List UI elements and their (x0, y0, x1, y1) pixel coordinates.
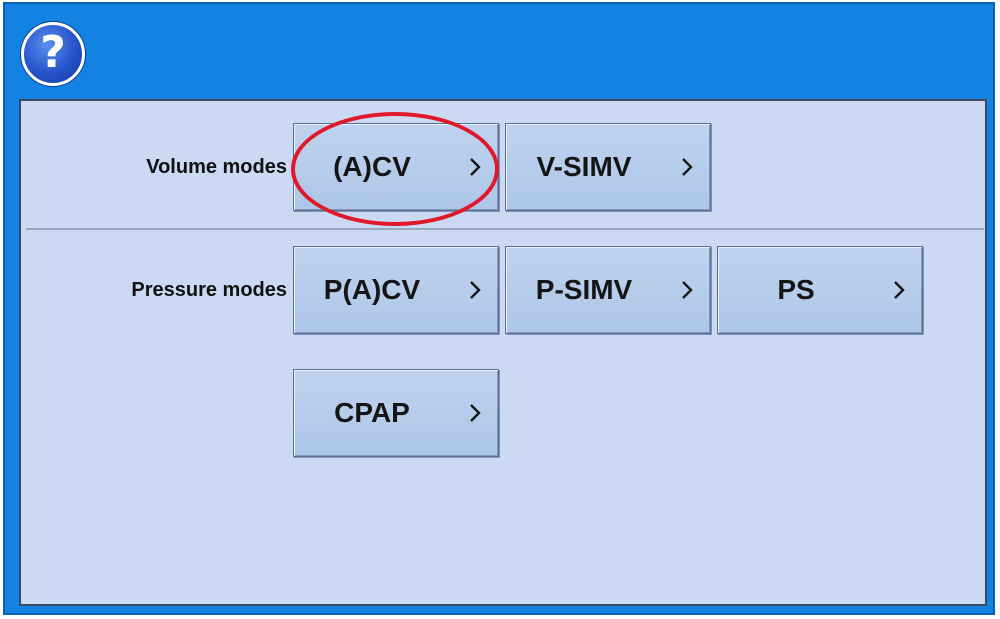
chevron-right-icon (894, 281, 905, 299)
chevron-right-icon (682, 158, 693, 176)
chevron-right-icon (470, 158, 481, 176)
mode-selection-panel: Volume modes (A)CV V-SIMV Pressure modes… (19, 99, 987, 606)
row-divider (26, 228, 984, 230)
mode-button-v-simv[interactable]: V-SIMV (505, 123, 711, 211)
mode-button-ps[interactable]: PS (717, 246, 923, 334)
mode-button-label: (A)CV (333, 151, 411, 182)
mode-button-label: CPAP (334, 397, 410, 428)
mode-button-p-simv[interactable]: P-SIMV (505, 246, 711, 334)
mode-button-label: V-SIMV (536, 151, 632, 182)
pressure-modes-label: Pressure modes (131, 279, 287, 301)
chevron-right-icon (470, 404, 481, 422)
help-button[interactable]: ? (21, 22, 85, 86)
mode-button-label: P-SIMV (535, 274, 633, 305)
mode-button-cpap[interactable]: CPAP (293, 369, 499, 457)
mode-button-pacv[interactable]: P(A)CV (293, 246, 499, 334)
chevron-right-icon (682, 281, 693, 299)
chevron-right-icon (470, 281, 481, 299)
mode-button-acv[interactable]: (A)CV (293, 123, 499, 211)
mode-button-label: PS (777, 274, 815, 305)
question-mark-icon: ? (40, 27, 66, 78)
volume-modes-label: Volume modes (146, 156, 287, 178)
mode-button-label: P(A)CV (323, 274, 421, 305)
